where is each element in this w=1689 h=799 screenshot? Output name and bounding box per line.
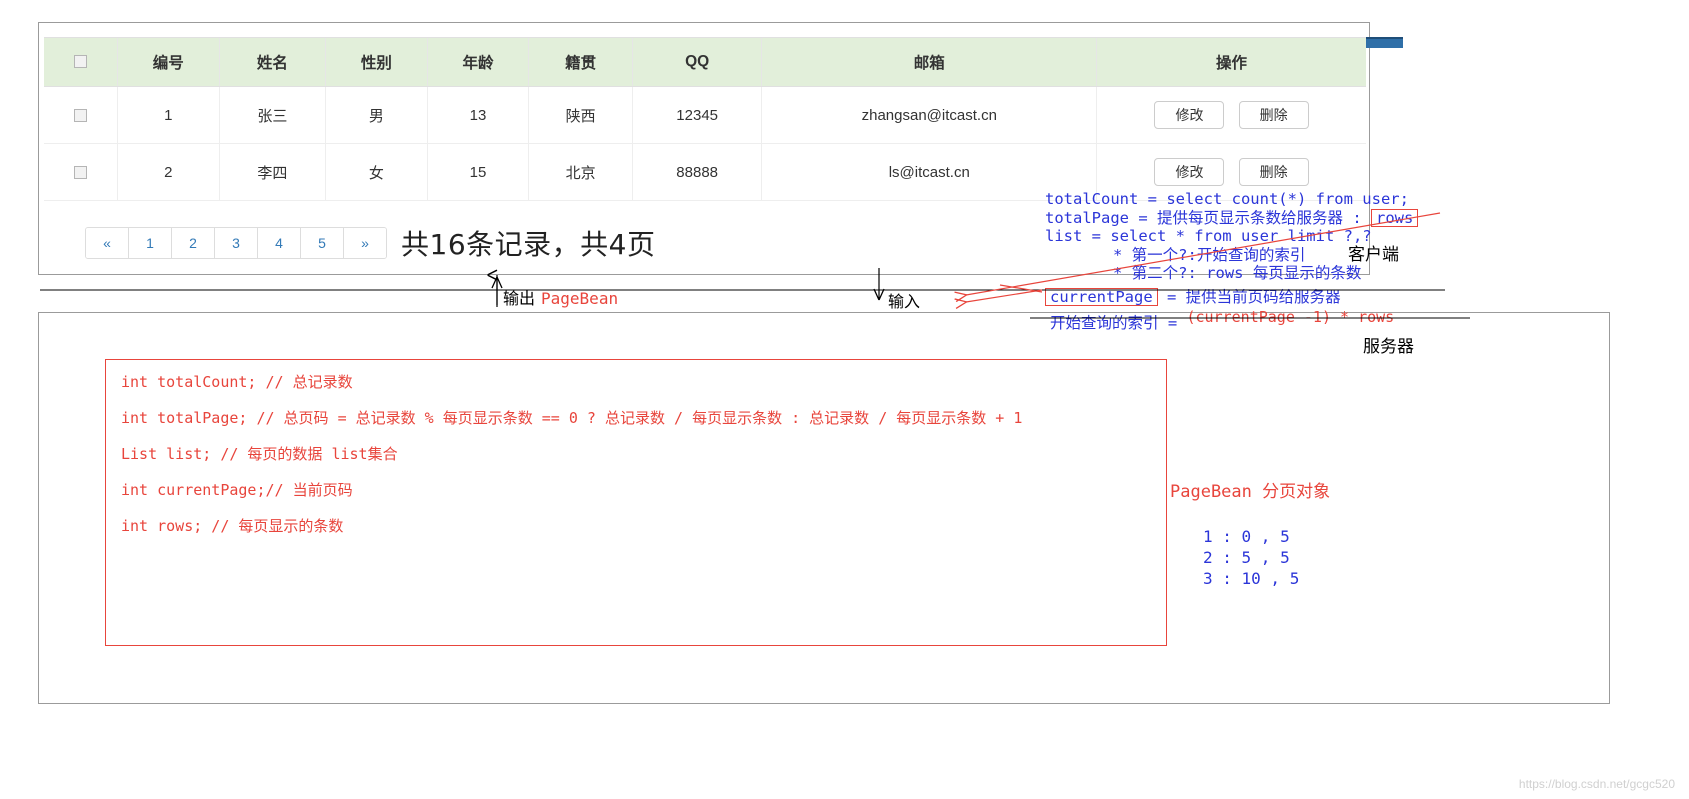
code-line-totalpage: int totalPage; // 总页码 = 总记录数 % 每页显示条数 ==… (121, 409, 1023, 427)
cell-email: zhangsan@itcast.cn (761, 86, 1097, 144)
header-qq: QQ (631, 37, 762, 87)
cell-qq: 88888 (631, 143, 762, 201)
client-label: 客户端 (1348, 245, 1399, 265)
row-checkbox[interactable] (74, 166, 87, 180)
cell-actions: 修改 删除 (1096, 86, 1366, 144)
page-next[interactable]: » (344, 227, 386, 259)
page-2[interactable]: 2 (172, 227, 215, 259)
cell-name: 李四 (218, 143, 326, 201)
annot-currentpage-boxed: currentPage (1045, 288, 1158, 306)
annot-index-formula: (currentPage -1) * rows (1186, 308, 1395, 326)
cell-age: 13 (426, 86, 529, 144)
header-select-all[interactable] (44, 37, 118, 87)
pagebean-entry-2: 2 : 5 , 5 (1203, 548, 1290, 567)
output-label-group: 输出 PageBean (503, 285, 618, 309)
header-native: 籍贯 (528, 37, 633, 87)
cell-native: 陕西 (528, 86, 633, 144)
row-checkbox[interactable] (74, 109, 87, 123)
edit-button[interactable]: 修改 (1154, 157, 1225, 187)
page-4[interactable]: 4 (258, 227, 301, 259)
user-table: 编号 姓名 性别 年龄 籍贯 QQ 邮箱 操作 1 张三 男 13 陕西 123… (44, 37, 1366, 201)
row-checkbox-cell[interactable] (44, 86, 118, 144)
pagebean-entry-3: 3 : 10 , 5 (1203, 569, 1300, 588)
page-1[interactable]: 1 (129, 227, 172, 259)
cell-native: 北京 (528, 143, 633, 201)
header-email: 邮箱 (761, 37, 1097, 87)
code-line-list: List list; // 每页的数据 list集合 (121, 445, 398, 463)
header-name: 姓名 (218, 37, 326, 87)
annot-rows-boxed: rows (1370, 208, 1419, 227)
cell-gender: 女 (325, 143, 428, 201)
server-label: 服务器 (1363, 337, 1414, 357)
page-root: 编号 姓名 性别 年龄 籍贯 QQ 邮箱 操作 1 张三 男 13 陕西 123… (0, 0, 1689, 799)
cell-id: 1 (117, 86, 220, 144)
cell-age: 15 (426, 143, 529, 201)
header-gender: 性别 (325, 37, 428, 87)
annot-currentpage-text: = 提供当前页码给服务器 (1157, 288, 1341, 306)
cell-name: 张三 (218, 86, 326, 144)
header-id: 编号 (117, 37, 220, 87)
annot-line-totalcount: totalCount = select count(*) from user; (1045, 190, 1409, 208)
row-checkbox-cell[interactable] (44, 143, 118, 201)
input-label: 输入 (888, 292, 921, 311)
annot-totalpage-text: totalPage = 提供每页显示条数给服务器 : (1045, 208, 1371, 227)
delete-button[interactable]: 删除 (1238, 100, 1309, 130)
code-block: int totalCount; // 总记录数 int totalPage; /… (121, 364, 1161, 544)
table-row: 1 张三 男 13 陕西 12345 zhangsan@itcast.cn 修改… (44, 86, 1366, 144)
cell-id: 2 (117, 143, 220, 201)
code-line-totalcount: int totalCount; // 总记录数 (121, 373, 353, 391)
annotation-block: totalCount = select count(*) from user; … (1045, 190, 1419, 283)
cell-gender: 男 (325, 86, 428, 144)
edit-button[interactable]: 修改 (1154, 100, 1225, 130)
page-5[interactable]: 5 (301, 227, 344, 259)
annotation-currentpage: currentPage = 提供当前页码给服务器 (1045, 285, 1341, 307)
select-all-checkbox[interactable] (74, 55, 87, 69)
annot-index-label: 开始查询的索引 = (1050, 314, 1187, 332)
pagebean-title: PageBean 分页对象 (1170, 482, 1331, 502)
page-prev[interactable]: « (86, 227, 129, 259)
cell-qq: 12345 (631, 86, 762, 144)
code-line-rows: int rows; // 每页显示的条数 (121, 517, 344, 535)
pagination: « 1 2 3 4 5 » (85, 226, 387, 260)
record-summary: 共16条记录，共4页 (401, 228, 656, 261)
pagebean-entry-1: 1 : 0 , 5 (1203, 527, 1290, 546)
table-header-row: 编号 姓名 性别 年龄 籍贯 QQ 邮箱 操作 (44, 37, 1366, 87)
header-actions: 操作 (1096, 37, 1366, 87)
annotation-start-index: 开始查询的索引 = (currentPage -1) * rows (1050, 308, 1395, 333)
output-value: PageBean (541, 289, 619, 308)
pagination-row: « 1 2 3 4 5 » 共16条记录，共4页 (85, 223, 655, 263)
annot-line-totalpage: totalPage = 提供每页显示条数给服务器 : rows (1045, 208, 1419, 228)
delete-button[interactable]: 删除 (1238, 157, 1309, 187)
pagebean-entries: 1 : 0 , 5 2 : 5 , 5 3 : 10 , 5 (1203, 526, 1299, 589)
annot-line-second-q: * 第二个?: rows 每页显示的条数 (1113, 264, 1362, 282)
code-line-currentpage: int currentPage;// 当前页码 (121, 481, 353, 499)
output-label: 输出 (503, 289, 536, 308)
watermark: https://blog.csdn.net/gcgc520 (1518, 777, 1675, 791)
page-3[interactable]: 3 (215, 227, 258, 259)
header-age: 年龄 (426, 37, 529, 87)
